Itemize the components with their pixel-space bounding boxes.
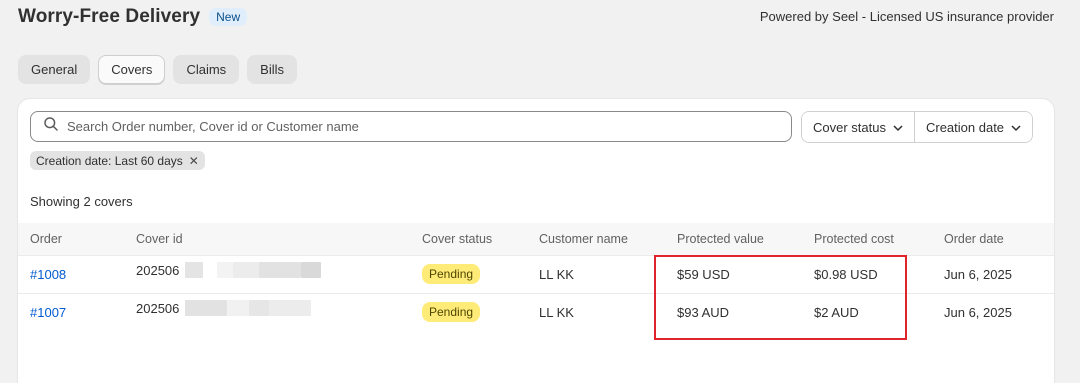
- redacted-block: [217, 262, 234, 278]
- column-header-cover-status[interactable]: Cover status: [422, 223, 539, 255]
- tab-covers[interactable]: Covers: [98, 55, 166, 84]
- customer-name: LL KK: [539, 266, 574, 282]
- redacted-block: [227, 300, 250, 317]
- powered-by-text: Powered by Seel - Licensed US insurance …: [759, 9, 1054, 24]
- protected-value: $59 USD: [677, 266, 730, 282]
- column-header-cover-id[interactable]: Cover id: [136, 223, 422, 255]
- results-count: Showing 2 covers: [30, 194, 133, 209]
- chevron-down-icon: [1011, 120, 1021, 135]
- protected-cost: $2 AUD: [814, 304, 859, 320]
- page-header: Worry-Free Delivery New: [18, 6, 248, 28]
- cover-id: 202506: [136, 300, 312, 317]
- redacted-block: [233, 262, 260, 278]
- redacted-block: [249, 300, 270, 317]
- creation-date-filter-button[interactable]: Creation date: [913, 112, 1033, 142]
- search-icon: [43, 116, 59, 137]
- column-header-order-date[interactable]: Order date: [944, 223, 1054, 255]
- protected-value: $93 AUD: [677, 304, 730, 320]
- redacted-block: [269, 300, 312, 317]
- filter-group: Cover status Creation date: [801, 111, 1034, 143]
- search-input[interactable]: [67, 119, 747, 134]
- chevron-down-icon: [893, 120, 903, 135]
- cover-id-text: 202506: [136, 262, 180, 278]
- applied-filter-chip: Creation date: Last 60 days ✕: [30, 151, 205, 170]
- covers-card: Cover status Creation date Creation date…: [18, 99, 1054, 383]
- column-header-protected-value[interactable]: Protected value: [677, 223, 814, 255]
- cover-status-filter-label: Cover status: [813, 119, 886, 135]
- cover-id-text: 202506: [136, 300, 180, 316]
- redacted-block: [259, 262, 302, 278]
- protected-cost: $0.98 USD: [814, 266, 878, 282]
- page-title: Worry-Free Delivery: [18, 6, 201, 27]
- redacted-block: [301, 262, 322, 278]
- new-badge: New: [209, 8, 248, 26]
- creation-date-filter-label: Creation date: [925, 119, 1005, 135]
- tab-claims[interactable]: Claims: [173, 55, 240, 84]
- tab-bar: General Covers Claims Bills: [18, 55, 298, 84]
- tab-general[interactable]: General: [18, 55, 91, 84]
- column-header-order[interactable]: Order: [18, 223, 136, 255]
- order-date: Jun 6, 2025: [944, 266, 1012, 282]
- column-header-customer-name[interactable]: Customer name: [539, 223, 677, 255]
- status-badge: Pending: [422, 302, 481, 323]
- customer-name: LL KK: [539, 304, 574, 320]
- cover-status-filter-button[interactable]: Cover status: [802, 112, 914, 142]
- applied-filter-label: Creation date: Last 60 days: [36, 153, 183, 168]
- order-date: Jun 6, 2025: [944, 304, 1012, 320]
- order-link[interactable]: #1007: [30, 305, 66, 320]
- cover-id: 202506: [136, 262, 322, 278]
- table-row[interactable]: #1008 202506 Pending LL KK $59 USD $0.98…: [18, 255, 1054, 293]
- remove-filter-icon[interactable]: ✕: [189, 154, 199, 168]
- table-header-row: Order Cover id Cover status Customer nam…: [18, 223, 1054, 255]
- order-link[interactable]: #1008: [30, 267, 66, 282]
- column-header-protected-cost[interactable]: Protected cost: [814, 223, 944, 255]
- redacted-block: [185, 300, 228, 317]
- status-badge: Pending: [422, 264, 481, 284]
- redacted-block: [185, 262, 204, 278]
- tab-bills[interactable]: Bills: [247, 55, 298, 84]
- covers-table: Order Cover id Cover status Customer nam…: [18, 223, 1054, 331]
- search-box[interactable]: [30, 111, 792, 142]
- table-row[interactable]: #1007 202506 Pending LL KK $93 AUD $2 AU…: [18, 293, 1054, 331]
